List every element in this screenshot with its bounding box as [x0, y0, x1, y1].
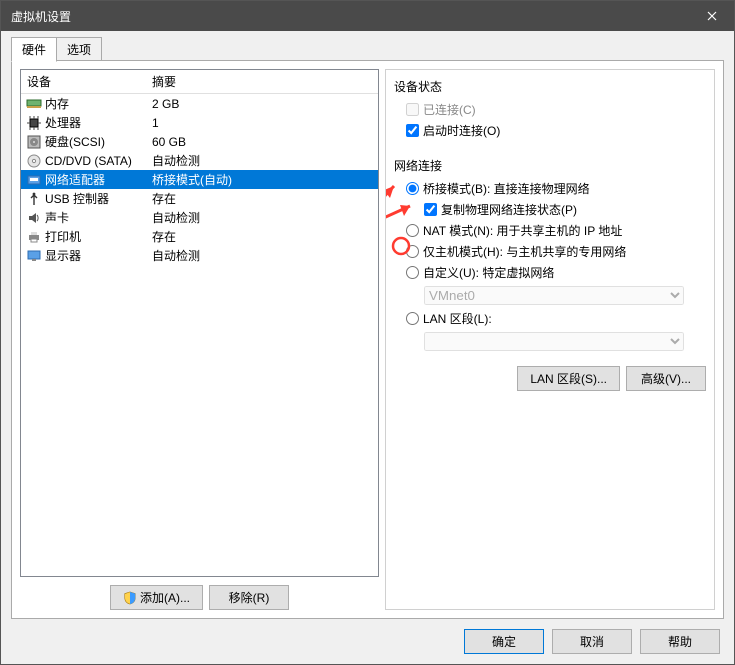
- hardware-row-name: 声卡: [45, 209, 152, 226]
- hardware-buttons: 添加(A)... 移除(R): [20, 585, 379, 610]
- radio-nat[interactable]: NAT 模式(N): 用于共享主机的 IP 地址: [406, 220, 706, 241]
- group-network-connection: 网络连接 桥接模式(B): 直接连接物理网络 复制物理网络连接状态(P): [394, 151, 706, 391]
- checkbox-connect-on-power-label: 启动时连接(O): [423, 122, 500, 139]
- checkbox-connected: 已连接(C): [406, 99, 706, 120]
- network-extra-buttons: LAN 区段(S)... 高级(V)...: [394, 366, 706, 391]
- select-custom-vmnet: VMnet0: [424, 286, 684, 305]
- hardware-row[interactable]: USB 控制器存在: [21, 189, 378, 208]
- hardware-row[interactable]: 网络适配器桥接模式(自动): [21, 170, 378, 189]
- hardware-row[interactable]: 打印机存在: [21, 227, 378, 246]
- radio-bridged[interactable]: 桥接模式(B): 直接连接物理网络: [406, 178, 706, 199]
- help-button[interactable]: 帮助: [640, 629, 720, 654]
- ok-button[interactable]: 确定: [464, 629, 544, 654]
- tabstrip: 硬件 选项: [1, 31, 734, 61]
- select-lan-segment: [424, 332, 684, 351]
- cd-icon: [25, 153, 43, 169]
- close-button[interactable]: [689, 1, 734, 31]
- advanced-button[interactable]: 高级(V)...: [626, 366, 706, 391]
- checkbox-replicate-input[interactable]: [424, 203, 437, 216]
- hardware-row-summary: 自动检测: [152, 209, 374, 226]
- radio-hostonly-label: 仅主机模式(H): 与主机共享的专用网络: [423, 243, 626, 260]
- hardware-row-name: 硬盘(SCSI): [45, 133, 152, 150]
- group-device-status: 设备状态 已连接(C) 启动时连接(O): [394, 72, 706, 141]
- radio-hostonly-input[interactable]: [406, 245, 419, 258]
- close-icon: [707, 11, 717, 21]
- hardware-row-name: 打印机: [45, 228, 152, 245]
- annotation-arrow-1: [385, 176, 406, 220]
- checkbox-replicate-label: 复制物理网络连接状态(P): [441, 201, 577, 218]
- checkbox-connected-label: 已连接(C): [423, 101, 476, 118]
- hardware-row-summary: 自动检测: [152, 247, 374, 264]
- hardware-row[interactable]: 硬盘(SCSI)60 GB: [21, 132, 378, 151]
- disk-icon: [25, 134, 43, 150]
- window-title: 虚拟机设置: [11, 8, 689, 25]
- usb-icon: [25, 191, 43, 207]
- dialog-buttons: 确定 取消 帮助: [1, 619, 734, 664]
- radio-bridged-label: 桥接模式(B): 直接连接物理网络: [423, 180, 590, 197]
- checkbox-connected-input: [406, 103, 419, 116]
- radio-bridged-input[interactable]: [406, 182, 419, 195]
- radio-nat-input[interactable]: [406, 224, 419, 237]
- hardware-row-summary: 2 GB: [152, 97, 374, 111]
- checkbox-connect-on-power-input[interactable]: [406, 124, 419, 137]
- hardware-row[interactable]: 内存2 GB: [21, 94, 378, 113]
- radio-nat-label: NAT 模式(N): 用于共享主机的 IP 地址: [423, 222, 622, 239]
- hardware-list-header: 设备 摘要: [21, 70, 378, 94]
- radio-lan-segment[interactable]: LAN 区段(L):: [406, 308, 706, 329]
- lan-segments-button[interactable]: LAN 区段(S)...: [517, 366, 620, 391]
- radio-hostonly[interactable]: 仅主机模式(H): 与主机共享的专用网络: [406, 241, 706, 262]
- hardware-row-summary: 60 GB: [152, 135, 374, 149]
- titlebar: 虚拟机设置: [1, 1, 734, 31]
- add-button-label: 添加(A)...: [140, 589, 190, 606]
- hardware-row[interactable]: 声卡自动检测: [21, 208, 378, 227]
- tab-options[interactable]: 选项: [56, 37, 102, 61]
- hardware-panel: 设备 摘要 内存2 GB处理器1硬盘(SCSI)60 GBCD/DVD (SAT…: [20, 69, 379, 610]
- hardware-row-name: CD/DVD (SATA): [45, 154, 152, 168]
- hardware-row-name: 显示器: [45, 247, 152, 264]
- checkbox-replicate[interactable]: 复制物理网络连接状态(P): [424, 199, 706, 220]
- cpu-icon: [25, 115, 43, 131]
- tab-content: 设备 摘要 内存2 GB处理器1硬盘(SCSI)60 GBCD/DVD (SAT…: [11, 60, 724, 619]
- hardware-row-name: 网络适配器: [45, 171, 152, 188]
- radio-lan-segment-input[interactable]: [406, 312, 419, 325]
- hardware-row-summary: 1: [152, 116, 374, 130]
- net-icon: [25, 172, 43, 188]
- hardware-list[interactable]: 设备 摘要 内存2 GB处理器1硬盘(SCSI)60 GBCD/DVD (SAT…: [20, 69, 379, 577]
- radio-custom-label: 自定义(U): 特定虚拟网络: [423, 264, 554, 281]
- radio-lan-segment-label: LAN 区段(L):: [423, 310, 492, 327]
- cancel-button[interactable]: 取消: [552, 629, 632, 654]
- hardware-row-name: USB 控制器: [45, 190, 152, 207]
- remove-button[interactable]: 移除(R): [209, 585, 289, 610]
- display-icon: [25, 248, 43, 264]
- printer-icon: [25, 229, 43, 245]
- hardware-row[interactable]: CD/DVD (SATA)自动检测: [21, 151, 378, 170]
- checkbox-connect-on-power[interactable]: 启动时连接(O): [406, 120, 706, 141]
- hardware-rows: 内存2 GB处理器1硬盘(SCSI)60 GBCD/DVD (SATA)自动检测…: [21, 94, 378, 576]
- header-summary: 摘要: [152, 73, 372, 90]
- group-title-network: 网络连接: [394, 157, 706, 174]
- hardware-row-summary: 桥接模式(自动): [152, 171, 374, 188]
- radio-custom-input[interactable]: [406, 266, 419, 279]
- shield-icon: [123, 591, 137, 605]
- memory-icon: [25, 96, 43, 112]
- header-device: 设备: [27, 73, 152, 90]
- settings-panel: 设备状态 已连接(C) 启动时连接(O) 网络连接: [385, 69, 715, 610]
- sound-icon: [25, 210, 43, 226]
- group-title-status: 设备状态: [394, 78, 706, 95]
- add-button[interactable]: 添加(A)...: [110, 585, 203, 610]
- hardware-row-name: 内存: [45, 95, 152, 112]
- hardware-row[interactable]: 显示器自动检测: [21, 246, 378, 265]
- hardware-row-summary: 存在: [152, 228, 374, 245]
- hardware-row[interactable]: 处理器1: [21, 113, 378, 132]
- radio-custom[interactable]: 自定义(U): 特定虚拟网络: [406, 262, 706, 283]
- vm-settings-window: 虚拟机设置 硬件 选项 设备 摘要 内存2 GB处理器1硬盘(SCSI)60 G…: [0, 0, 735, 665]
- hardware-row-name: 处理器: [45, 114, 152, 131]
- tab-hardware[interactable]: 硬件: [11, 37, 57, 62]
- hardware-row-summary: 存在: [152, 190, 374, 207]
- hardware-row-summary: 自动检测: [152, 152, 374, 169]
